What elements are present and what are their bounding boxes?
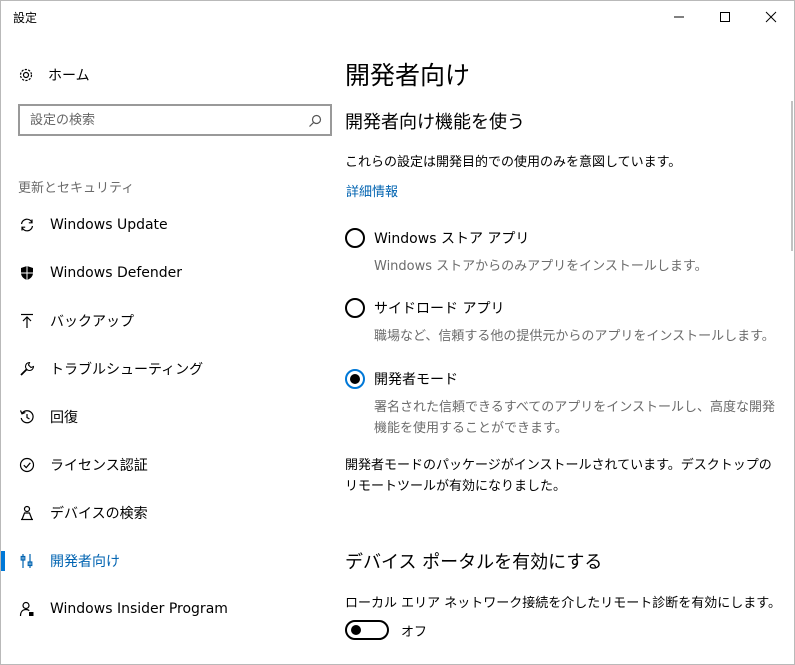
sidebar-item-label: バックアップ	[50, 314, 134, 330]
selection-indicator	[1, 551, 5, 571]
minimize-icon	[674, 16, 684, 17]
person-find-icon	[18, 504, 36, 522]
sidebar-item-windows-update[interactable]: Windows Update	[1, 205, 332, 245]
home-label: ホーム	[48, 68, 90, 84]
radio-label: Windows ストア アプリ	[374, 231, 530, 247]
settings-search-box	[18, 104, 332, 136]
radio-label: 開発者モード	[374, 372, 458, 388]
section-label: 更新とセキュリティ	[18, 181, 135, 196]
gear-icon	[18, 67, 34, 83]
sidebar-item-label: ライセンス認証	[50, 458, 148, 474]
radio-developer-mode[interactable]: 開発者モード	[345, 369, 458, 389]
device-portal-description: ローカル エリア ネットワーク接続を介したリモート診断を有効にします。	[345, 596, 781, 611]
backup-arrow-icon	[18, 312, 36, 330]
sidebar-item-activation[interactable]: ライセンス認証	[1, 445, 332, 485]
section-heading-developer-features: 開発者向け機能を使う	[345, 112, 525, 133]
radio-button-checked[interactable]	[345, 369, 365, 389]
minimize-button[interactable]	[656, 1, 702, 32]
close-button[interactable]	[748, 1, 794, 32]
shield-icon	[18, 264, 36, 282]
sidebar-item-label: Windows Defender	[50, 265, 183, 281]
sidebar-item-for-developers[interactable]: 開発者向け	[1, 541, 332, 581]
vertical-scrollbar[interactable]	[791, 101, 793, 251]
dev-mode-status-text: 開発者モードのパッケージがインストールされています。デスクトップのリモートツール…	[345, 458, 772, 494]
page-title: 開発者向け	[345, 61, 471, 90]
check-circle-icon	[18, 456, 36, 474]
sidebar-item-label: 回復	[50, 410, 78, 426]
radio-button[interactable]	[345, 228, 365, 248]
maximize-icon	[720, 11, 730, 22]
main-content: 開発者向け 開発者向け機能を使う これらの設定は開発目的での使用のみを意図してい…	[332, 32, 794, 664]
toggle-state-label: オフ	[401, 624, 428, 640]
sidebar-item-windows-defender[interactable]: Windows Defender	[1, 253, 332, 293]
sidebar-item-find-device[interactable]: デバイスの検索	[1, 493, 332, 533]
device-portal-toggle[interactable]	[345, 620, 389, 640]
sync-icon	[18, 216, 36, 234]
sidebar-item-label: トラブルシューティング	[50, 362, 204, 378]
sidebar-item-label: デバイスの検索	[50, 506, 148, 522]
device-portal-toggle-row: オフ	[345, 620, 427, 640]
radio-description: 職場など、信頼する他の提供元からのアプリをインストールします。	[374, 329, 775, 344]
sidebar-item-recovery[interactable]: 回復	[1, 397, 332, 437]
sidebar-item-label: Windows Update	[50, 217, 168, 233]
section-heading-device-portal: デバイス ポータルを有効にする	[345, 552, 603, 573]
sidebar: ホーム 更新とセキュリティ Windows Update Windows Def…	[1, 32, 332, 664]
radio-store-apps[interactable]: Windows ストア アプリ	[345, 228, 529, 248]
radio-button[interactable]	[345, 298, 365, 318]
sidebar-item-troubleshoot[interactable]: トラブルシューティング	[1, 349, 332, 389]
sidebar-item-insider-program[interactable]: Windows Insider Program	[1, 589, 332, 629]
radio-label: サイドロード アプリ	[374, 301, 505, 317]
developer-tools-icon	[18, 552, 36, 570]
radio-description: Windows ストアからのみアプリをインストールします。	[374, 259, 708, 274]
radio-sideload-apps[interactable]: サイドロード アプリ	[345, 298, 504, 318]
search-icon[interactable]	[308, 113, 322, 132]
toggle-knob	[351, 625, 361, 635]
radio-description: 署名された信頼できるすべてのアプリをインストールし、高度な開発機能を使用すること…	[374, 400, 776, 436]
sidebar-item-backup[interactable]: バックアップ	[1, 301, 332, 341]
maximize-button[interactable]	[702, 1, 748, 32]
insider-icon	[18, 600, 36, 618]
more-info-link[interactable]: 詳細情報	[346, 181, 398, 200]
section-description: これらの設定は開発目的での使用のみを意図しています。	[345, 155, 682, 170]
close-icon	[765, 11, 777, 22]
wrench-icon	[18, 360, 36, 378]
radio-dot	[350, 374, 360, 384]
window-title: 設定	[13, 11, 38, 25]
sidebar-item-label: 開発者向け	[50, 554, 120, 570]
recovery-icon	[18, 408, 36, 426]
sidebar-item-label: Windows Insider Program	[50, 601, 228, 617]
title-bar: 設定	[1, 1, 794, 32]
search-input[interactable]	[20, 106, 300, 134]
settings-window: 設定 ホーム 更新とセキュリティ Windo	[0, 0, 795, 665]
home-nav[interactable]: ホーム	[18, 65, 90, 85]
